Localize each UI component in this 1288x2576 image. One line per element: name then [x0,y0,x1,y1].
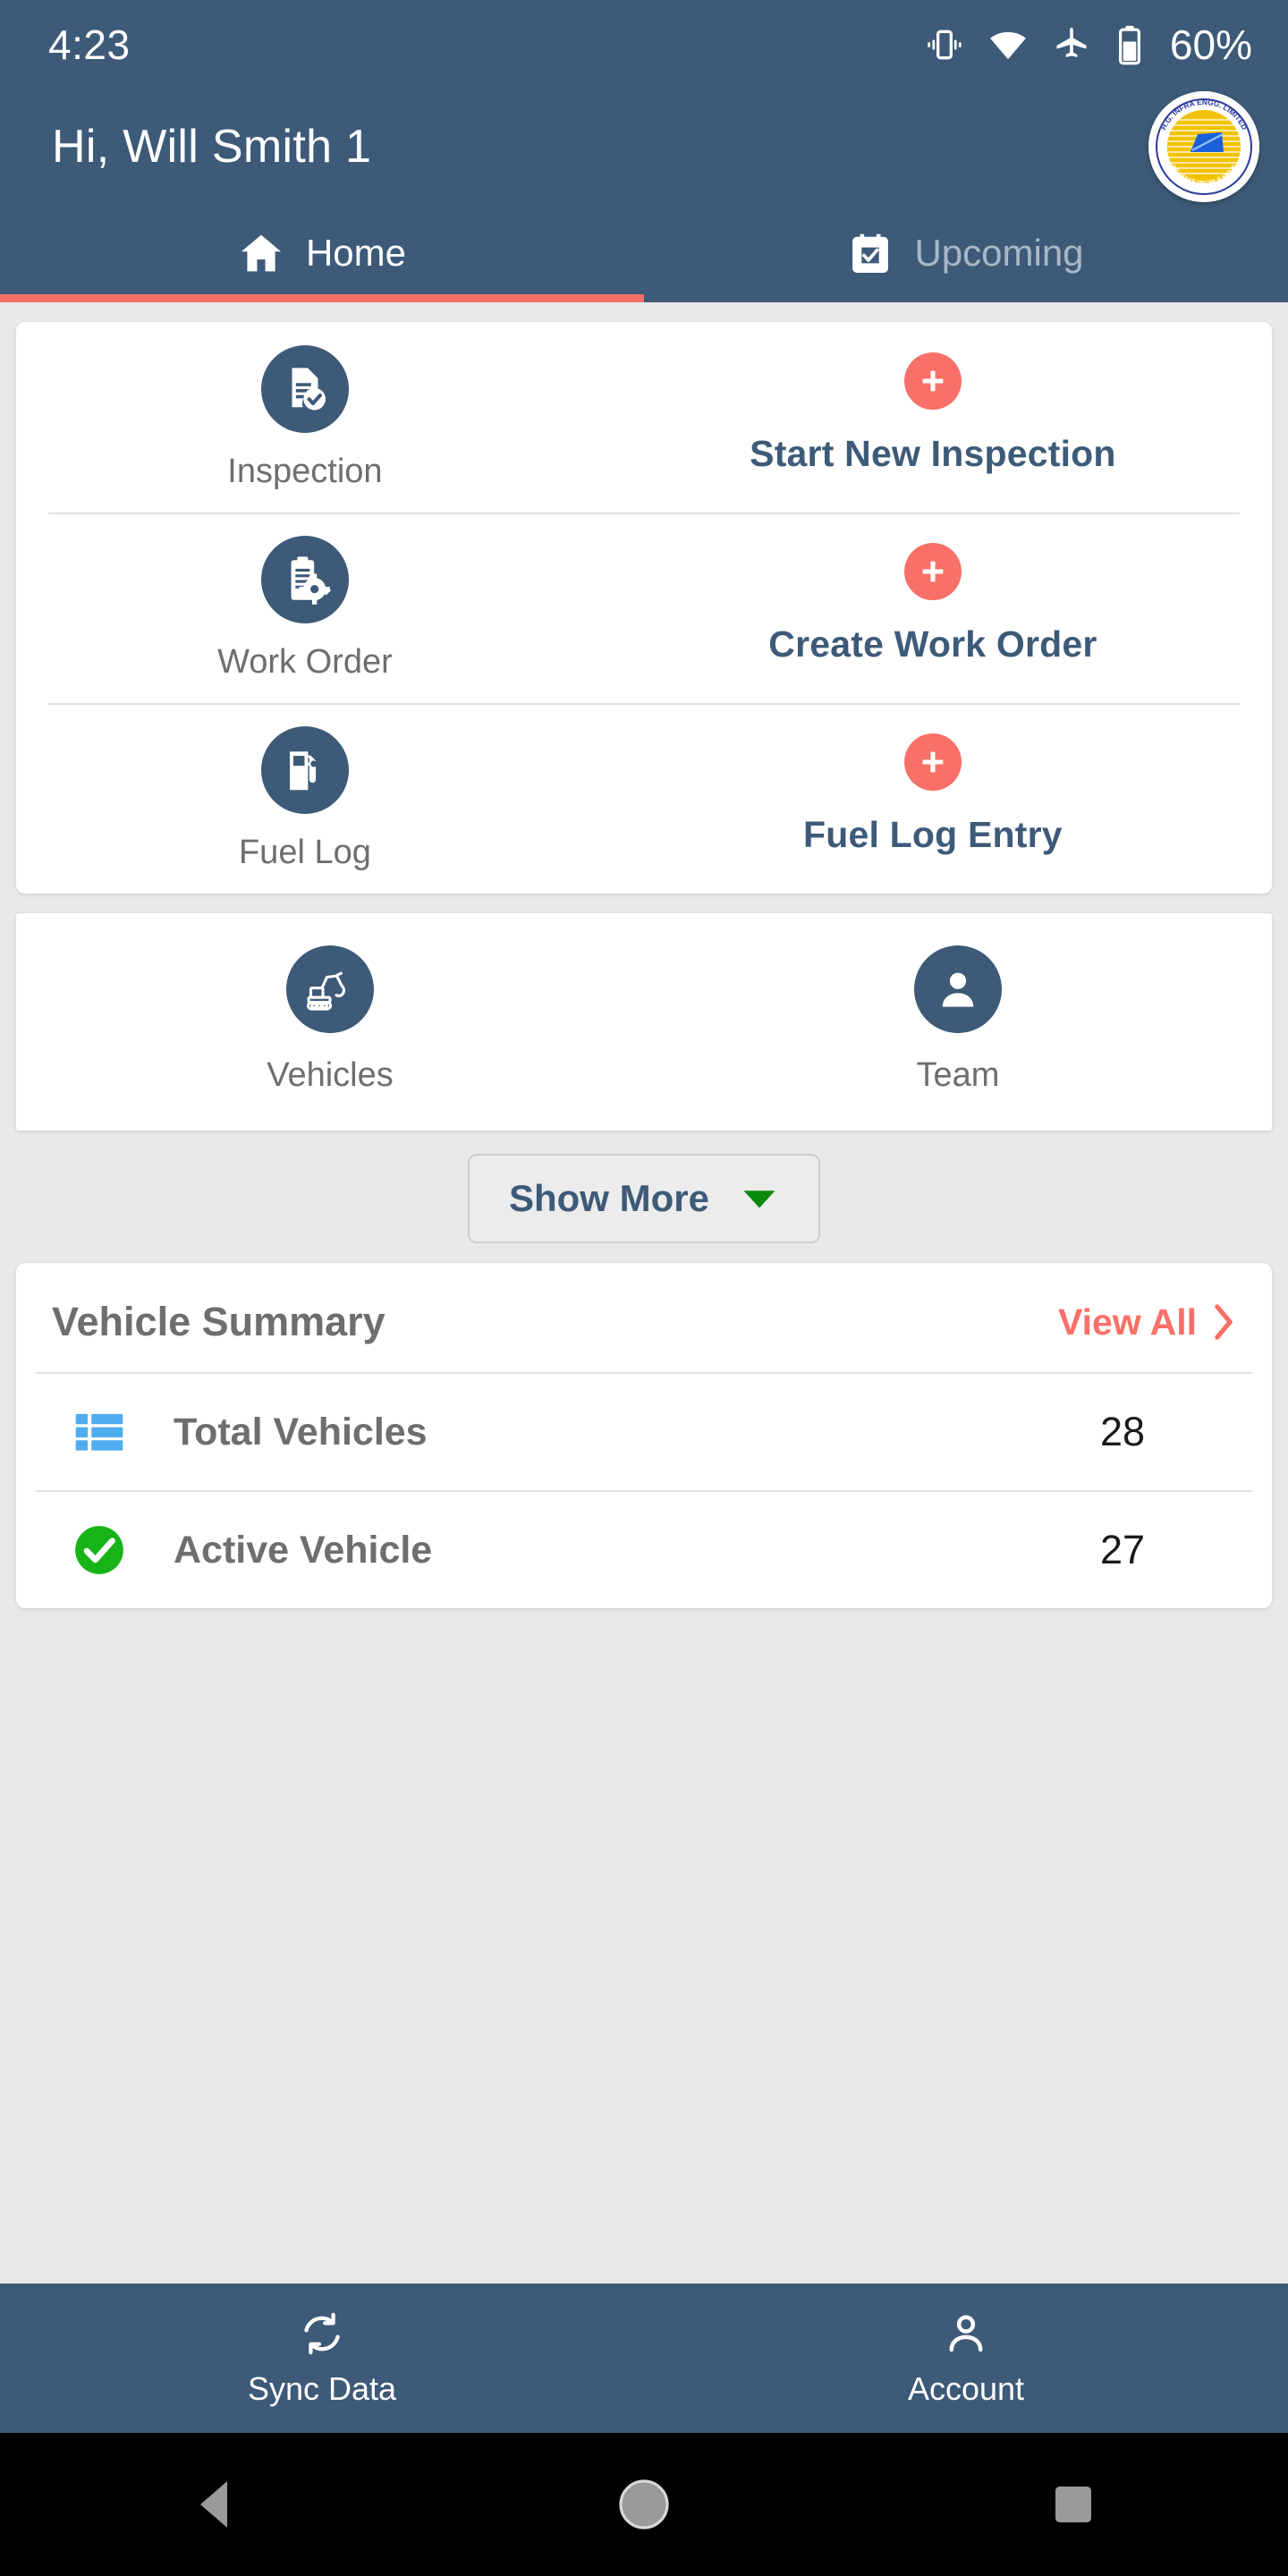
vehicle-summary-title: Vehicle Summary [52,1299,386,1344]
app-header: 4:23 60% Hi, Will Smith 1 H.G. INFRA ENG… [0,0,1288,302]
tab-upcoming-label: Upcoming [914,232,1084,274]
vehicle-summary-header: Vehicle Summary View All [16,1263,1272,1372]
sync-icon [298,2309,346,2358]
wifi-icon [987,24,1029,65]
battery-icon [1114,24,1145,65]
triangle-back-icon [191,2478,238,2531]
recents-button[interactable] [984,2481,1163,2528]
action-create-work-order[interactable]: Create Work Order [594,536,1272,665]
calendar-check-icon [848,231,893,275]
action-row-work-order: Work Order Create Work Order [16,513,1272,703]
entity-inspection[interactable]: Inspection [16,345,594,491]
plus-icon[interactable] [903,733,962,791]
status-bar: 4:23 60% [0,0,1288,89]
home-icon [238,230,284,276]
status-clock: 4:23 [48,21,131,68]
vehicle-summary-card: Vehicle Summary View All Total Vehicles … [16,1263,1272,1608]
home-button[interactable] [555,2478,733,2531]
tile-team[interactable]: Team [644,945,1272,1095]
hg-infra-logo[interactable]: H.G. INFRA ENGG. LIMITED WE MAKE PEOPLE … [1148,91,1259,202]
status-icon-group: 60% [925,21,1252,69]
circle-home-icon [617,2478,671,2531]
android-navigation-bar [0,2433,1288,2576]
tab-upcoming[interactable]: Upcoming [644,204,1288,302]
summary-label-active-vehicle: Active Vehicle [174,1528,433,1572]
plus-icon[interactable] [903,543,962,600]
tab-bar: Home Upcoming [0,204,1288,302]
action-row-fuel-log: Fuel Log Fuel Log Entry [16,703,1272,894]
list-grid-icon [72,1404,140,1460]
show-more-wrap: Show More [0,1154,1288,1243]
main-content: Inspection Start New Inspection Work Ord… [0,322,1288,1608]
battery-percent-label: 60% [1169,21,1252,68]
action-label-work-order: Create Work Order [768,623,1097,665]
tile-label-vehicles: Vehicles [267,1056,394,1094]
summary-value-total-vehicles: 28 [1099,1409,1145,1454]
person-icon [914,945,1002,1033]
nav-account[interactable]: Account [644,2309,1288,2408]
tab-home-label: Home [305,232,407,274]
clipboard-gear-icon [260,536,349,623]
greeting-row: Hi, Will Smith 1 H.G. INFRA ENGG. LIMITE… [0,89,1288,204]
quick-tiles-card: Vehicles Team [16,913,1272,1131]
action-start-new-inspection[interactable]: Start New Inspection [594,345,1272,475]
tile-label-team: Team [916,1056,1000,1094]
entity-fuel-log[interactable]: Fuel Log [16,726,594,872]
excavator-icon [286,945,374,1033]
nav-label-account: Account [907,2369,1025,2407]
app-root: 4:23 60% Hi, Will Smith 1 H.G. INFRA ENG… [0,0,1288,2576]
nav-sync-data[interactable]: Sync Data [0,2309,644,2408]
chevron-right-icon [1211,1302,1236,1342]
back-button[interactable] [125,2478,304,2531]
show-more-label: Show More [508,1177,709,1219]
summary-row-active-vehicle[interactable]: Active Vehicle 27 [36,1490,1252,1608]
plus-icon[interactable] [903,352,962,410]
check-circle-icon [72,1522,140,1578]
fuel-pump-icon [260,726,349,814]
document-check-icon [260,345,349,433]
tile-vehicles[interactable]: Vehicles [16,945,644,1095]
account-icon [942,2309,990,2358]
airplane-icon [1052,25,1091,64]
entity-work-order[interactable]: Work Order [16,536,594,682]
action-label-inspection: Start New Inspection [750,433,1116,474]
action-row-inspection: Inspection Start New Inspection [16,322,1272,513]
bottom-navigation: Sync Data Account [0,2284,1288,2433]
greeting-text: Hi, Will Smith 1 [52,121,372,173]
tab-home[interactable]: Home [0,204,644,302]
view-all-link[interactable]: View All [1058,1301,1236,1343]
action-fuel-log-entry[interactable]: Fuel Log Entry [594,726,1272,856]
summary-row-total-vehicles[interactable]: Total Vehicles 28 [36,1372,1252,1490]
summary-label-total-vehicles: Total Vehicles [174,1410,428,1453]
tiles-row: Vehicles Team [16,913,1272,1131]
summary-value-active-vehicle: 27 [1099,1527,1145,1572]
entity-label-work-order: Work Order [217,643,393,681]
quick-actions-card: Inspection Start New Inspection Work Ord… [16,322,1272,894]
entity-label-inspection: Inspection [227,453,383,490]
view-all-label: View All [1058,1301,1197,1343]
square-recents-icon [1050,2481,1097,2528]
entity-label-fuel-log: Fuel Log [238,834,371,871]
show-more-button[interactable]: Show More [467,1154,820,1243]
chevron-down-icon [740,1186,779,1211]
tab-active-indicator [0,294,644,302]
nav-label-sync-data: Sync Data [247,2369,397,2407]
vibrate-icon [925,25,964,64]
action-label-fuel-log: Fuel Log Entry [803,814,1063,855]
